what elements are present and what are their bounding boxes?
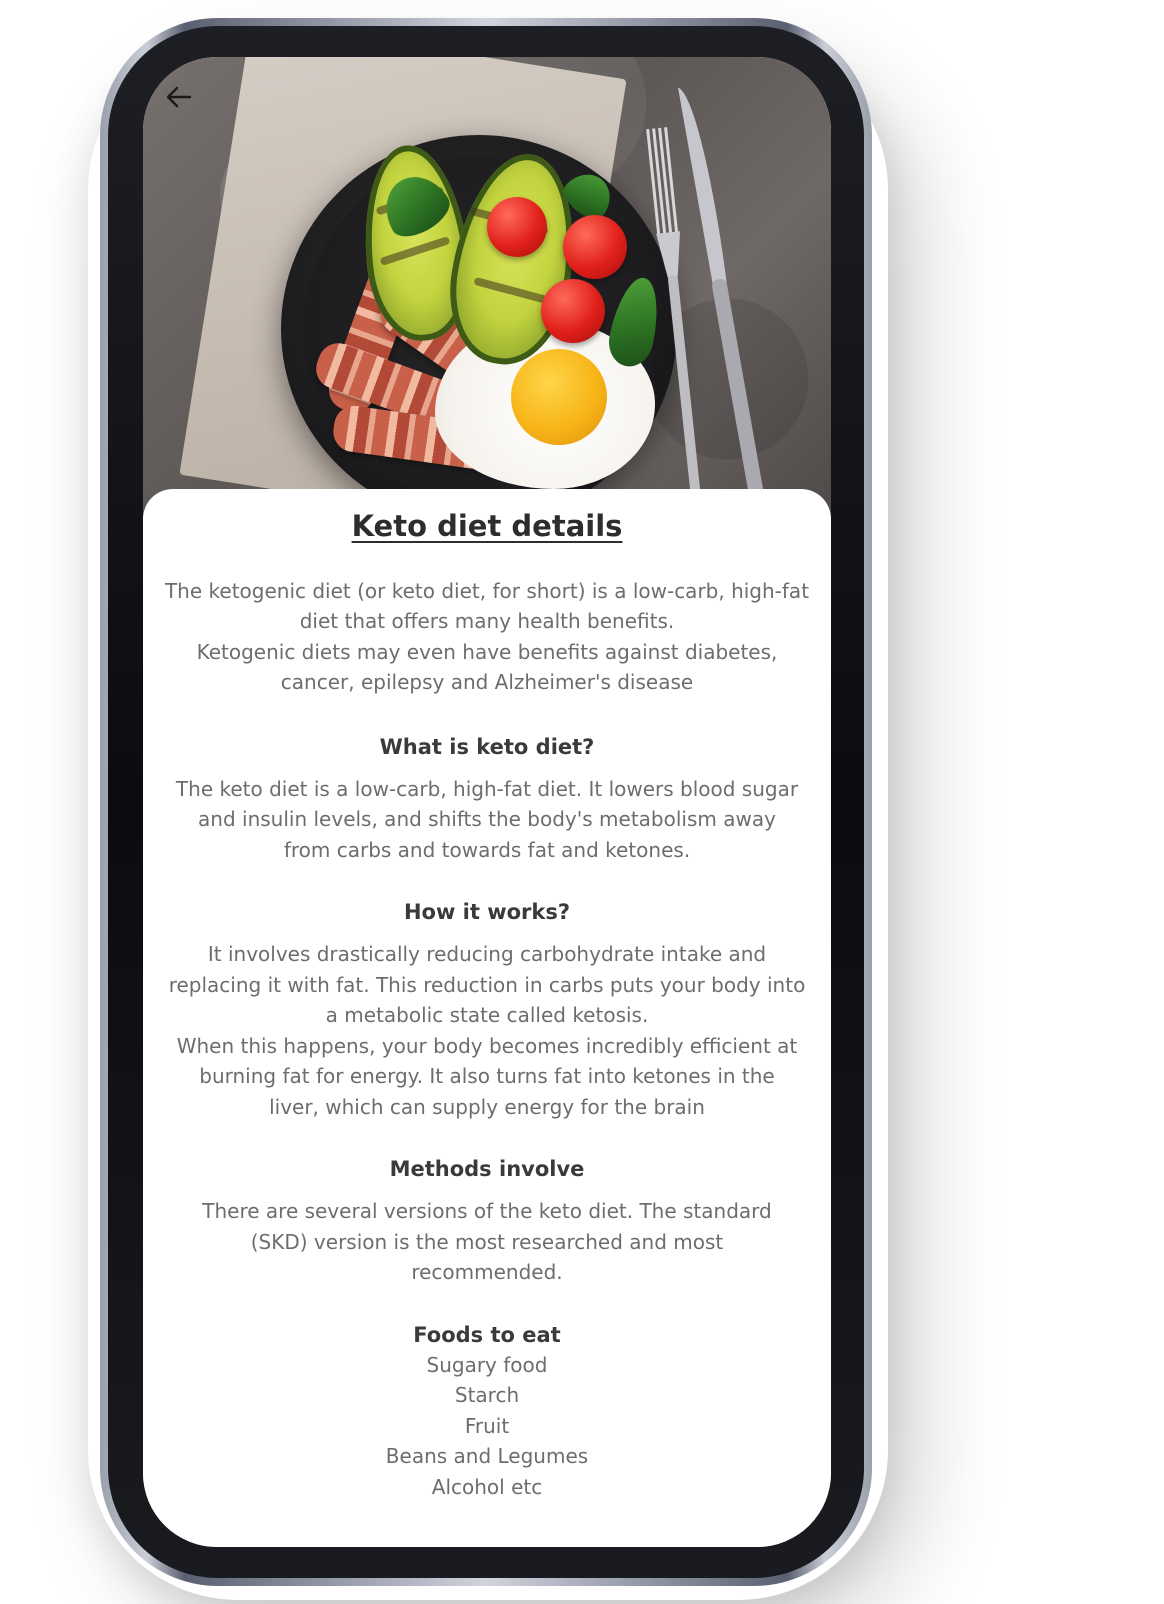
list-item: Beans and Legumes [385,1444,589,1469]
foods-heading: Foods to eat [413,1322,561,1347]
list-item: Sugary food [426,1352,548,1377]
section-body: There are several versions of the keto d… [202,1199,772,1285]
hero-image [143,57,831,517]
section-body: It involves drastically reducing carbohy… [168,942,806,1028]
section-heading: Methods involve [389,1157,585,1182]
back-button[interactable] [159,77,199,117]
list-item: Alcohol etc [431,1474,543,1499]
list-item: Starch [454,1383,520,1408]
foods-list: Sugary food Starch Fruit Beans and Legum… [143,1350,831,1503]
intro-paragraph: Ketogenic diets may even have benefits a… [196,639,778,695]
list-item: Fruit [464,1413,510,1438]
section-body: The keto diet is a low-carb, high-fat di… [175,776,799,862]
details-card: Keto diet details The ketogenic diet (or… [143,489,831,1547]
egg-yolk [511,349,607,445]
section-heading: What is keto diet? [379,734,595,759]
cherry-tomato [541,279,605,343]
arrow-left-icon [166,86,192,108]
cherry-tomato [563,215,627,279]
cherry-tomato [487,197,547,257]
intro-paragraph: The ketogenic diet (or keto diet, for sh… [164,578,810,634]
section-heading: How it works? [403,900,571,925]
section-body: When this happens, your body becomes inc… [176,1033,798,1119]
phone-screen: Keto diet details The ketogenic diet (or… [143,57,831,1547]
page-title: Keto diet details [351,509,623,543]
device-mockup: Keto diet details The ketogenic diet (or… [0,0,1164,1604]
